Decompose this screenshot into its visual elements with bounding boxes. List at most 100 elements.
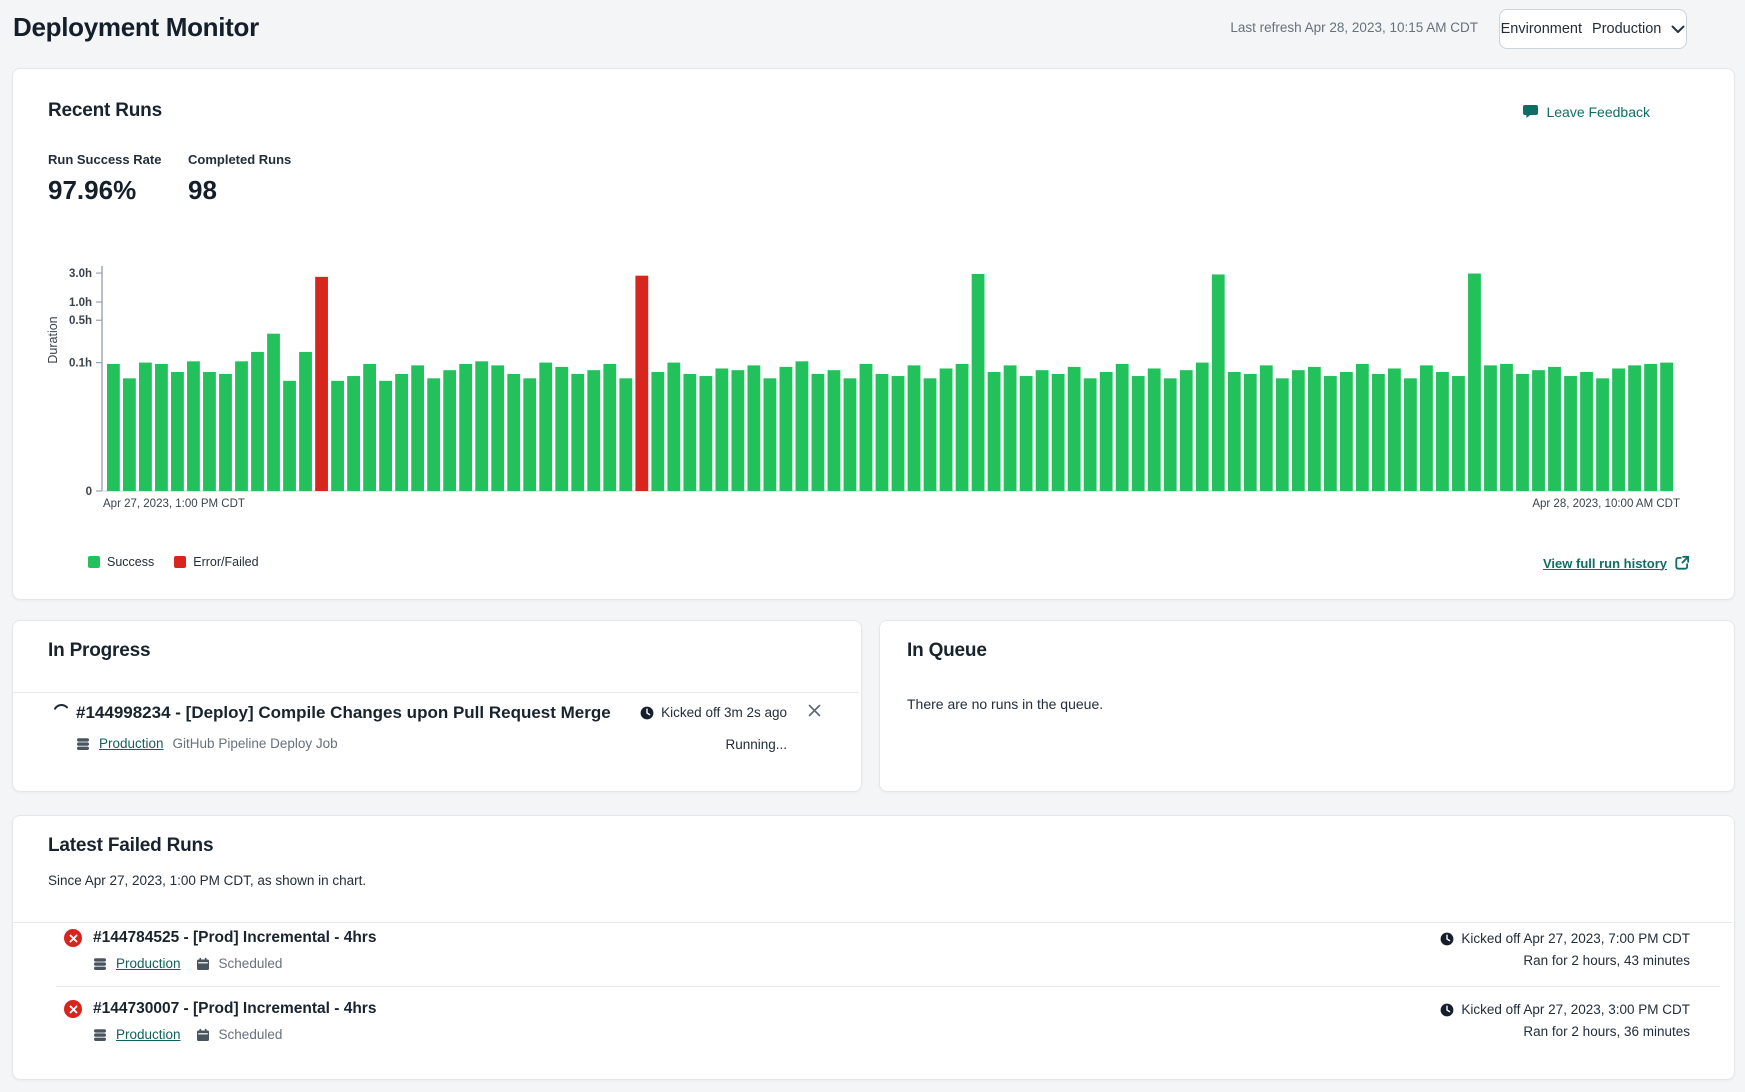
run-bar[interactable] xyxy=(459,364,472,491)
run-bar[interactable] xyxy=(1516,374,1529,491)
run-bar[interactable] xyxy=(1596,378,1609,491)
run-bar[interactable] xyxy=(1420,365,1433,491)
run-bar[interactable] xyxy=(1164,378,1177,491)
run-bar[interactable] xyxy=(187,361,200,491)
run-bar[interactable] xyxy=(796,361,809,491)
run-bar[interactable] xyxy=(1628,365,1641,491)
run-bar[interactable] xyxy=(347,376,360,491)
run-bar[interactable] xyxy=(1196,363,1209,491)
run-bar[interactable] xyxy=(1340,372,1353,491)
run-bar[interactable] xyxy=(683,374,696,491)
run-bar[interactable] xyxy=(1404,378,1417,491)
run-bar[interactable] xyxy=(475,361,488,491)
run-bar[interactable] xyxy=(1292,370,1305,491)
run-bar[interactable] xyxy=(731,370,744,491)
run-bar[interactable] xyxy=(1116,364,1129,491)
run-bar[interactable] xyxy=(956,364,969,491)
in-progress-run-title[interactable]: #144998234 - [Deploy] Compile Changes up… xyxy=(76,703,611,723)
run-bar[interactable] xyxy=(619,378,632,491)
run-bar[interactable] xyxy=(908,365,921,491)
run-bar[interactable] xyxy=(1532,370,1545,491)
run-bar[interactable] xyxy=(507,374,520,491)
run-bar[interactable] xyxy=(1500,364,1513,491)
run-bar[interactable] xyxy=(1276,378,1289,491)
failed-run-deployment-link[interactable]: Production xyxy=(116,956,181,971)
run-bar[interactable] xyxy=(123,378,136,491)
run-bar[interactable] xyxy=(812,374,825,491)
run-bar[interactable] xyxy=(764,378,777,491)
run-bar[interactable] xyxy=(1148,368,1161,491)
run-bar[interactable] xyxy=(555,367,568,491)
run-bar[interactable] xyxy=(844,378,857,491)
run-bar[interactable] xyxy=(1004,365,1017,491)
in-progress-deployment-link[interactable]: Production xyxy=(99,736,164,751)
run-bar[interactable] xyxy=(155,364,168,491)
failed-run-title[interactable]: #144730007 - [Prod] Incremental - 4hrs xyxy=(93,1000,376,1018)
run-bar[interactable] xyxy=(203,372,216,491)
run-bar[interactable] xyxy=(171,372,184,491)
run-bar[interactable] xyxy=(1052,374,1065,491)
run-bar[interactable] xyxy=(139,363,152,491)
run-bar[interactable] xyxy=(747,365,760,491)
failed-run-deployment-link[interactable]: Production xyxy=(116,1027,181,1042)
run-bar[interactable] xyxy=(876,374,889,491)
run-bar[interactable] xyxy=(219,374,232,491)
run-bar[interactable] xyxy=(1324,376,1337,491)
run-bar[interactable] xyxy=(267,334,280,491)
run-bar[interactable] xyxy=(587,370,600,491)
run-bar[interactable] xyxy=(1180,370,1193,491)
run-bar[interactable] xyxy=(1228,372,1241,491)
run-bar[interactable] xyxy=(331,381,344,491)
run-bar[interactable] xyxy=(988,372,1001,491)
run-bar[interactable] xyxy=(1452,376,1465,491)
run-bar[interactable] xyxy=(972,274,985,491)
run-bar[interactable] xyxy=(860,364,873,491)
run-bar[interactable] xyxy=(1660,363,1673,491)
run-bar[interactable] xyxy=(571,374,584,491)
run-bar[interactable] xyxy=(235,361,248,491)
run-bar[interactable] xyxy=(1436,372,1449,491)
run-bar[interactable] xyxy=(107,364,120,491)
run-bar[interactable] xyxy=(1260,365,1273,491)
run-bar[interactable] xyxy=(1580,372,1593,491)
run-bar[interactable] xyxy=(699,376,712,491)
run-bar[interactable] xyxy=(523,378,536,491)
failed-run-title[interactable]: #144784525 - [Prod] Incremental - 4hrs xyxy=(93,929,376,947)
run-bar[interactable] xyxy=(299,352,312,491)
close-icon[interactable] xyxy=(806,702,823,719)
run-bar[interactable] xyxy=(539,363,552,491)
run-bar[interactable] xyxy=(1564,376,1577,491)
run-bar[interactable] xyxy=(1612,368,1625,491)
run-bar[interactable] xyxy=(379,381,392,491)
run-bar[interactable] xyxy=(940,368,953,491)
run-bar[interactable] xyxy=(1484,365,1497,491)
run-bar[interactable] xyxy=(1244,374,1257,491)
run-bar[interactable] xyxy=(1084,378,1097,491)
run-bar[interactable] xyxy=(635,276,648,491)
run-bar[interactable] xyxy=(1372,374,1385,491)
run-bar[interactable] xyxy=(411,365,424,491)
run-bar[interactable] xyxy=(828,370,841,491)
run-bar[interactable] xyxy=(924,378,937,491)
run-bar[interactable] xyxy=(363,364,376,491)
run-bar[interactable] xyxy=(1308,367,1321,491)
view-full-run-history-link[interactable]: View full run history xyxy=(1543,555,1690,571)
run-bar[interactable] xyxy=(1068,367,1081,491)
run-bar[interactable] xyxy=(315,277,328,491)
run-bar[interactable] xyxy=(667,363,680,491)
run-bar[interactable] xyxy=(1020,376,1033,491)
run-bar[interactable] xyxy=(1644,364,1657,491)
run-bar[interactable] xyxy=(1132,376,1145,491)
run-bar[interactable] xyxy=(603,364,616,491)
run-bar[interactable] xyxy=(1036,370,1049,491)
run-bar[interactable] xyxy=(443,370,456,491)
run-bar[interactable] xyxy=(491,365,504,491)
run-bar[interactable] xyxy=(1548,367,1561,491)
run-bar[interactable] xyxy=(251,352,264,491)
run-bar[interactable] xyxy=(892,376,905,491)
run-bar[interactable] xyxy=(427,378,440,491)
run-bar[interactable] xyxy=(1100,372,1113,491)
run-bar[interactable] xyxy=(395,374,408,491)
run-bar[interactable] xyxy=(283,381,296,491)
run-bar[interactable] xyxy=(1356,364,1369,491)
